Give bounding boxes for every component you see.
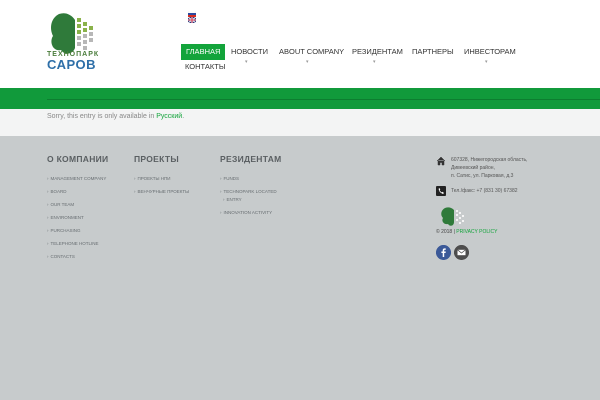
chevron-down-icon: ▾ — [306, 59, 309, 65]
nav-residents[interactable]: РЕЗИДЕНТАМ — [352, 44, 403, 60]
footer-residents-list: FUNDS TECHNOPARK LOCATED ENTRY INNOVATIO… — [220, 175, 277, 222]
nav-contacts[interactable]: КОНТАКТЫ — [185, 59, 225, 75]
footer-link[interactable]: ENTRY — [220, 196, 277, 209]
home-icon — [436, 156, 446, 166]
copyright: © 2018 | PRIVACY POLICY — [436, 229, 498, 235]
footer-link[interactable]: MANAGEMENT COMPANY — [47, 175, 107, 188]
chevron-down-icon: ▾ — [245, 59, 248, 65]
footer-link[interactable]: PURCHASING — [47, 227, 106, 240]
footer-projects-list: ПРОЕКТЫ НПИ ВЕНЧУРНЫЕ ПРОЕКТЫ — [134, 175, 190, 201]
nav-partners[interactable]: ПАРТНЕРЫ — [412, 44, 454, 60]
footer-link[interactable]: TELEPHONE HOTLINE — [47, 240, 106, 253]
footer-link[interactable]: CONTACTS — [47, 253, 106, 266]
russian-version-link[interactable]: Русский — [156, 113, 182, 120]
footer-link[interactable]: BOARD — [47, 188, 106, 201]
uk-flag-icon[interactable] — [188, 17, 196, 23]
nav-home[interactable]: ГЛАВНАЯ — [181, 44, 226, 60]
facebook-icon[interactable] — [436, 245, 451, 260]
footer-link[interactable]: ВЕНЧУРНЫЕ ПРОЕКТЫ — [134, 188, 190, 201]
footer-link[interactable]: ENVIRONMENT — [47, 214, 106, 227]
footer-about-list: MANAGEMENT COMPANY BOARD OUR TEAM ENVIRO… — [47, 175, 107, 266]
site-header: ТЕХНОПАРК САРОВ ГЛАВНАЯ НОВОСТИ ▾ ABOUT … — [0, 0, 600, 88]
footer-logo[interactable] — [440, 206, 468, 228]
footer-link[interactable]: ПРОЕКТЫ НПИ — [134, 175, 189, 188]
divider — [47, 99, 600, 100]
footer-about-title: О КОМПАНИИ — [47, 154, 109, 164]
footer-link[interactable]: OUR TEAM — [47, 201, 106, 214]
footer-link[interactable]: TECHNOPARK LOCATED — [220, 188, 277, 196]
privacy-policy-link[interactable]: PRIVACY POLICY — [456, 229, 497, 235]
nav-news[interactable]: НОВОСТИ — [231, 44, 268, 60]
chevron-down-icon: ▾ — [485, 59, 488, 65]
email-icon[interactable] — [454, 245, 469, 260]
footer-link[interactable]: INNOVATION ACTIVITY — [220, 209, 277, 222]
footer-address: 607328, Нижегородская область, Дивеевски… — [451, 157, 528, 179]
phone-icon — [436, 186, 446, 196]
nav-about-company[interactable]: ABOUT COMPANY — [279, 44, 344, 60]
footer-phone: Тел./факс: +7 (831 30) 67382 — [451, 188, 518, 194]
nav-investors[interactable]: ИНВЕСТОРАМ — [464, 44, 516, 60]
language-notice: Sorry, this entry is only available in Р… — [47, 113, 185, 120]
footer-residents-title: РЕЗИДЕНТАМ — [220, 154, 282, 164]
footer-link[interactable]: FUNDS — [220, 175, 277, 188]
chevron-down-icon: ▾ — [373, 59, 376, 65]
footer-projects-title: ПРОЕКТЫ — [134, 154, 179, 164]
logo-title[interactable]: САРОВ — [47, 57, 96, 72]
